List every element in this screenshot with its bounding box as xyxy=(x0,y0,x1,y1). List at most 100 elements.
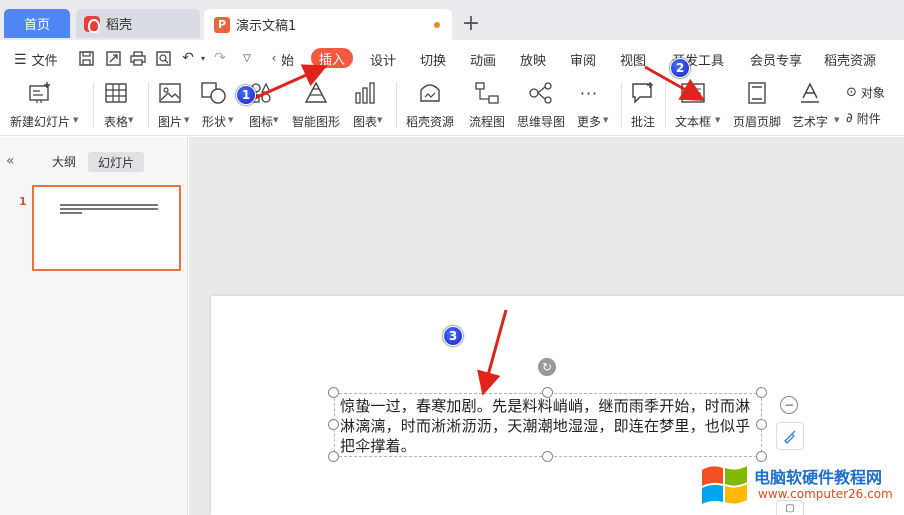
step-badge-3: 3 xyxy=(443,326,463,346)
menu-member[interactable]: 会员专享 xyxy=(750,50,802,69)
watermark-url: www.computer26.com xyxy=(758,487,893,501)
tab-home[interactable]: 首页 xyxy=(4,9,70,38)
picture-label: 图片 xyxy=(157,115,182,129)
docer-resources-button[interactable]: 稻壳资源 xyxy=(406,80,454,130)
new-tab-button[interactable]: + xyxy=(460,11,482,36)
textbox-icon: A xyxy=(680,80,706,106)
svg-text:A: A xyxy=(685,87,693,100)
docer-resources-label: 稻壳资源 xyxy=(406,115,455,129)
attachment-button[interactable]: ∂ 附件 xyxy=(846,110,881,127)
menu-insert[interactable]: 插入 xyxy=(311,48,353,68)
wordart-caret-icon[interactable]: ▼ xyxy=(834,116,839,124)
menu-slideshow[interactable]: 放映 xyxy=(520,50,546,69)
docer-resources-icon xyxy=(417,80,443,106)
brush-icon xyxy=(784,430,796,444)
slide-thumbnail[interactable] xyxy=(32,185,181,271)
header-footer-button[interactable]: 页眉页脚 xyxy=(733,80,781,130)
textbox-button[interactable]: A 文本框 xyxy=(675,80,711,130)
watermark: 电脑软硬件教程网 www.computer26.com xyxy=(700,462,900,512)
unsaved-dot-icon xyxy=(434,22,440,28)
divider xyxy=(396,82,397,128)
mindmap-icon xyxy=(528,80,554,106)
new-slide-button[interactable]: 新建幻灯片 xyxy=(10,80,70,130)
more-caret-icon[interactable]: ▼ xyxy=(603,116,608,124)
menu-design[interactable]: 设计 xyxy=(370,50,396,69)
rotate-handle-icon[interactable]: ↻ xyxy=(538,358,556,376)
shape-caret-icon[interactable]: ▼ xyxy=(228,116,233,124)
chart-icon xyxy=(352,80,378,106)
comment-button[interactable]: 批注 xyxy=(630,80,656,130)
new-slide-caret-icon[interactable]: ▼ xyxy=(73,116,78,124)
tab-docer-label: 稻壳 xyxy=(106,18,133,33)
customize-dropdown-icon[interactable]: ▽ xyxy=(237,48,257,68)
save-icon[interactable] xyxy=(76,48,96,68)
textbox-label: 文本框 xyxy=(675,115,712,129)
chart-caret-icon[interactable]: ▼ xyxy=(377,116,382,124)
collapse-tools-icon[interactable]: − xyxy=(780,396,798,414)
title-tab-bar: 首页 稻壳 P 演示文稿1 + xyxy=(0,0,904,40)
picture-button[interactable]: 图片 xyxy=(157,80,183,130)
format-brush-button[interactable] xyxy=(776,422,804,450)
divider xyxy=(93,82,94,128)
redo-icon[interactable]: ↷ xyxy=(210,48,230,68)
table-icon xyxy=(103,80,129,106)
print-icon[interactable] xyxy=(128,48,148,68)
menu-view[interactable]: 视图 xyxy=(620,50,646,69)
resize-handle[interactable] xyxy=(756,451,767,462)
thumbnail-text-line xyxy=(60,208,158,210)
object-button[interactable]: ⊙ 对象 xyxy=(846,84,885,101)
icon-label: 图标 xyxy=(248,115,273,129)
print-preview-icon[interactable] xyxy=(153,48,173,68)
picture-icon xyxy=(157,80,183,106)
insert-ribbon: 新建幻灯片 表格 图片 形状 图标 智能图形 图表 稻壳资源 流程图 思维导图 … xyxy=(0,76,904,136)
tab-docer[interactable]: 稻壳 xyxy=(76,9,200,38)
icon-caret-icon[interactable]: ▼ xyxy=(273,116,278,124)
thumbnail-text-line xyxy=(60,204,158,206)
resize-handle[interactable] xyxy=(756,419,767,430)
tab-slides[interactable]: 幻灯片 xyxy=(88,152,144,172)
shape-button[interactable]: 形状 xyxy=(201,80,227,130)
header-footer-label: 页眉页脚 xyxy=(733,115,782,129)
menu-start[interactable]: 始 xyxy=(281,50,294,69)
tab-document-label: 演示文稿1 xyxy=(236,19,297,34)
slide-number: 1 xyxy=(19,195,27,208)
table-button[interactable]: 表格 xyxy=(103,80,129,130)
menu-docer-resources[interactable]: 稻壳资源 xyxy=(824,50,876,69)
flowchart-label: 流程图 xyxy=(469,115,506,129)
menu-animation[interactable]: 动画 xyxy=(470,50,496,69)
textbox-caret-icon[interactable]: ▼ xyxy=(715,116,720,124)
resize-handle[interactable] xyxy=(328,451,339,462)
comment-icon xyxy=(630,80,656,106)
header-footer-icon xyxy=(744,80,770,106)
resize-handle[interactable] xyxy=(542,451,553,462)
flowchart-button[interactable]: 流程图 xyxy=(469,80,505,130)
resize-handle[interactable] xyxy=(756,387,767,398)
resize-handle[interactable] xyxy=(542,387,553,398)
table-caret-icon[interactable]: ▼ xyxy=(128,116,133,124)
resize-handle[interactable] xyxy=(328,387,339,398)
smart-graphic-button[interactable]: 智能图形 xyxy=(292,80,340,130)
resize-handle[interactable] xyxy=(328,419,339,430)
shape-icon xyxy=(201,80,227,106)
collapse-panel-icon[interactable]: « xyxy=(6,153,15,169)
object-label: 对象 xyxy=(860,86,885,100)
mindmap-button[interactable]: 思维导图 xyxy=(517,80,565,130)
slide-panel: « 大纲 幻灯片 1 xyxy=(0,137,188,515)
tab-outline[interactable]: 大纲 xyxy=(52,153,76,170)
new-slide-label: 新建幻灯片 xyxy=(10,115,71,129)
more-button[interactable]: ··· 更多 xyxy=(576,80,602,130)
attachment-label: 附件 xyxy=(856,112,881,126)
menu-row: ☰ 文件 ↶ ▾ ↷ ▽ ‹ 始 插入 设计 切换 动画 放映 审阅 视图 开发… xyxy=(0,40,904,76)
textbox-content[interactable]: 惊蛰一过，春寒加剧。先是料料峭峭，继而雨季开始，时而淋淋漓漓，时而淅淅沥沥，天潮… xyxy=(340,396,760,456)
smart-graphic-icon xyxy=(303,80,329,106)
menu-transition[interactable]: 切换 xyxy=(420,50,446,69)
smart-graphic-label: 智能图形 xyxy=(292,115,341,129)
more-label: 更多 xyxy=(576,115,601,129)
file-menu[interactable]: ☰ 文件 xyxy=(14,50,58,70)
wordart-button[interactable]: 艺术字 xyxy=(792,80,828,130)
menu-review[interactable]: 审阅 xyxy=(570,50,596,69)
tab-document[interactable]: P 演示文稿1 xyxy=(204,9,452,40)
chart-button[interactable]: 图表 xyxy=(352,80,378,130)
picture-caret-icon[interactable]: ▼ xyxy=(184,116,189,124)
export-icon[interactable] xyxy=(103,48,123,68)
